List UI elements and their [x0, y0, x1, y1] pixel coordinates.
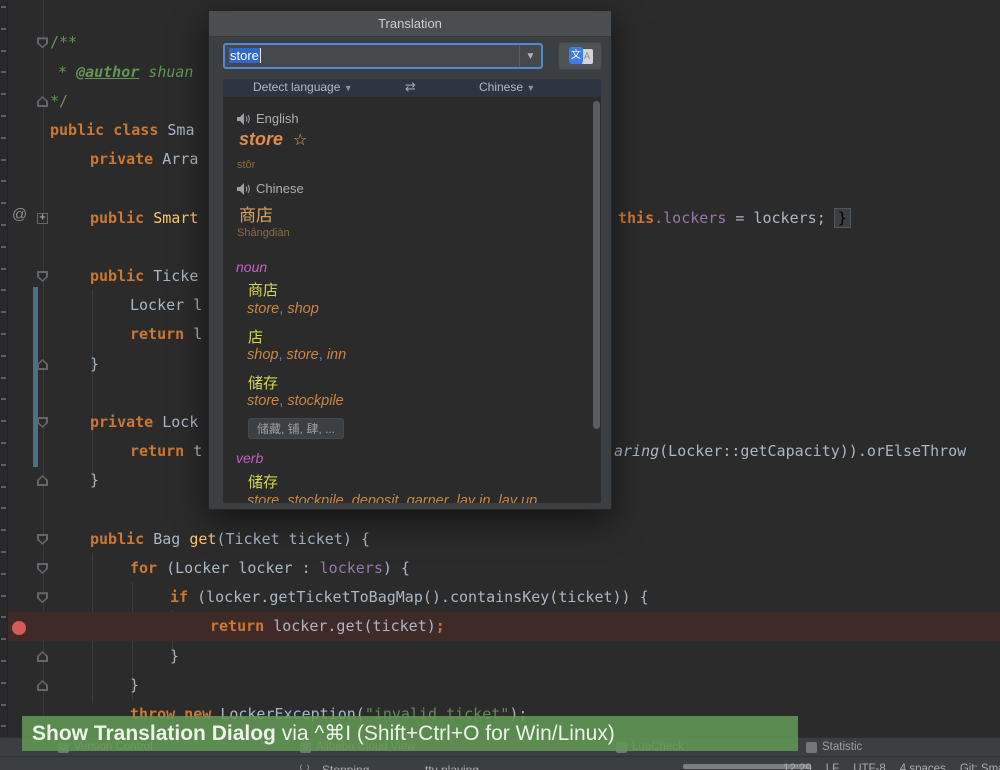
- translation-dialog: Translation store ▼ A 文 Detect language …: [208, 10, 612, 510]
- selected-text: store: [229, 48, 261, 63]
- chevron-down-icon: ▼: [344, 83, 353, 93]
- translation-input[interactable]: store: [225, 45, 519, 67]
- target-phonetic: Shāngdiàn: [237, 227, 290, 239]
- toolwindow-statistic[interactable]: Statistic: [822, 741, 862, 753]
- fold-marker-icon[interactable]: [37, 475, 48, 486]
- target-word: 商店: [239, 201, 273, 226]
- pos-label-verb: verb: [236, 450, 263, 466]
- dict-synonyms: store, stockpile, deposit, garner, lay i…: [247, 493, 537, 503]
- favorite-star-icon[interactable]: ☆: [293, 132, 307, 149]
- more-translations-chip[interactable]: 储藏, 铺, 肆, ...: [248, 418, 344, 439]
- line-ending-widget[interactable]: LF: [826, 763, 839, 770]
- translate-button[interactable]: A 文: [558, 42, 602, 70]
- encoding-widget[interactable]: UTF-8: [853, 763, 886, 770]
- dialog-scrollbar[interactable]: [593, 101, 600, 429]
- dict-synonyms: shop, store, inn: [247, 347, 346, 363]
- language-bar: Detect language ▼ ⇄ Chinese ▼: [223, 79, 601, 97]
- chevron-down-icon: ▼: [526, 83, 535, 93]
- code-line[interactable]: if (locker.getTicketToBagMap().containsK…: [8, 583, 1000, 612]
- fold-marker-icon[interactable]: [37, 563, 48, 574]
- pos-label-noun: noun: [236, 259, 267, 275]
- progress-spinner-icon: [300, 763, 309, 770]
- dict-word-cn: 储存: [248, 372, 278, 393]
- fold-marker-icon[interactable]: [37, 651, 48, 662]
- breakpoint-icon[interactable]: [12, 621, 26, 635]
- code-line[interactable]: }: [8, 671, 1000, 700]
- dict-word-cn: 商店: [248, 279, 278, 300]
- target-language-row: Chinese: [237, 181, 304, 196]
- vcs-change-marker[interactable]: [33, 287, 38, 467]
- fold-marker-icon[interactable]: [37, 592, 48, 603]
- fold-marker-icon[interactable]: [37, 359, 48, 370]
- status-text-secondary: tty playing: [425, 763, 479, 770]
- translation-results[interactable]: English store☆ stôr Chinese 商店 Shāngdiàn…: [223, 97, 601, 503]
- annotation-gutter-icon[interactable]: @: [12, 206, 27, 223]
- caret-position-widget[interactable]: 12:29: [783, 763, 812, 770]
- source-phonetic: stôr: [237, 159, 255, 171]
- combo-dropdown-button[interactable]: ▼: [519, 45, 541, 67]
- translate-icon: A 文: [569, 47, 593, 67]
- speaker-icon[interactable]: [237, 113, 250, 125]
- dict-word-cn: 店: [248, 326, 263, 347]
- status-bar: Stepping tty playing 12:29 LF UTF-8 4 sp…: [0, 756, 1000, 770]
- source-language-label: English: [256, 111, 299, 126]
- statistic-icon: [806, 742, 817, 753]
- shortcut-hint-banner: Show Translation Dialog via ^⌘I (Shift+C…: [22, 716, 798, 751]
- source-word: store☆: [239, 129, 307, 150]
- target-language-label: Chinese: [256, 181, 304, 196]
- banner-action-name: Show Translation Dialog: [32, 722, 276, 745]
- banner-shortcut-text: via ^⌘I (Shift+Ctrl+O for Win/Linux): [276, 722, 615, 745]
- source-language-selector[interactable]: Detect language ▼: [253, 80, 353, 94]
- dict-synonyms: store, shop: [247, 301, 319, 317]
- indent-widget[interactable]: 4 spaces: [900, 763, 946, 770]
- translate-icon-cn: 文: [569, 47, 583, 64]
- fold-marker-icon[interactable]: [37, 680, 48, 691]
- dialog-title[interactable]: Translation: [209, 11, 611, 37]
- source-language-row: English: [237, 111, 299, 126]
- fold-marker-icon[interactable]: [37, 417, 48, 428]
- status-text-primary: Stepping: [322, 763, 369, 770]
- fold-marker-icon[interactable]: [37, 37, 48, 48]
- code-line[interactable]: }: [8, 642, 1000, 671]
- code-line[interactable]: for (Locker locker : lockers) {: [8, 554, 1000, 583]
- ide-window: /*** @author shuan*/public class Smapriv…: [0, 0, 1000, 770]
- chevron-down-icon: ▼: [526, 51, 536, 62]
- status-right-widgets: 12:29 LF UTF-8 4 spaces Git: SmartL: [783, 763, 1000, 770]
- fold-marker-icon[interactable]: [37, 213, 48, 224]
- dict-synonyms: store, stockpile: [247, 393, 344, 409]
- fold-marker-icon[interactable]: [37, 271, 48, 282]
- dict-word-cn: 储存: [248, 471, 278, 492]
- fold-marker-icon[interactable]: [37, 534, 48, 545]
- target-language-selector[interactable]: Chinese ▼: [479, 80, 535, 94]
- code-line[interactable]: return locker.get(ticket);: [8, 612, 1000, 641]
- fold-marker-icon[interactable]: [37, 96, 48, 107]
- translation-input-combo[interactable]: store ▼: [223, 43, 543, 69]
- swap-languages-icon[interactable]: ⇄: [405, 79, 416, 95]
- git-branch-widget[interactable]: Git: SmartL: [960, 763, 1000, 770]
- speaker-icon[interactable]: [237, 183, 250, 195]
- code-line[interactable]: public Bag get(Ticket ticket) {: [8, 525, 1000, 554]
